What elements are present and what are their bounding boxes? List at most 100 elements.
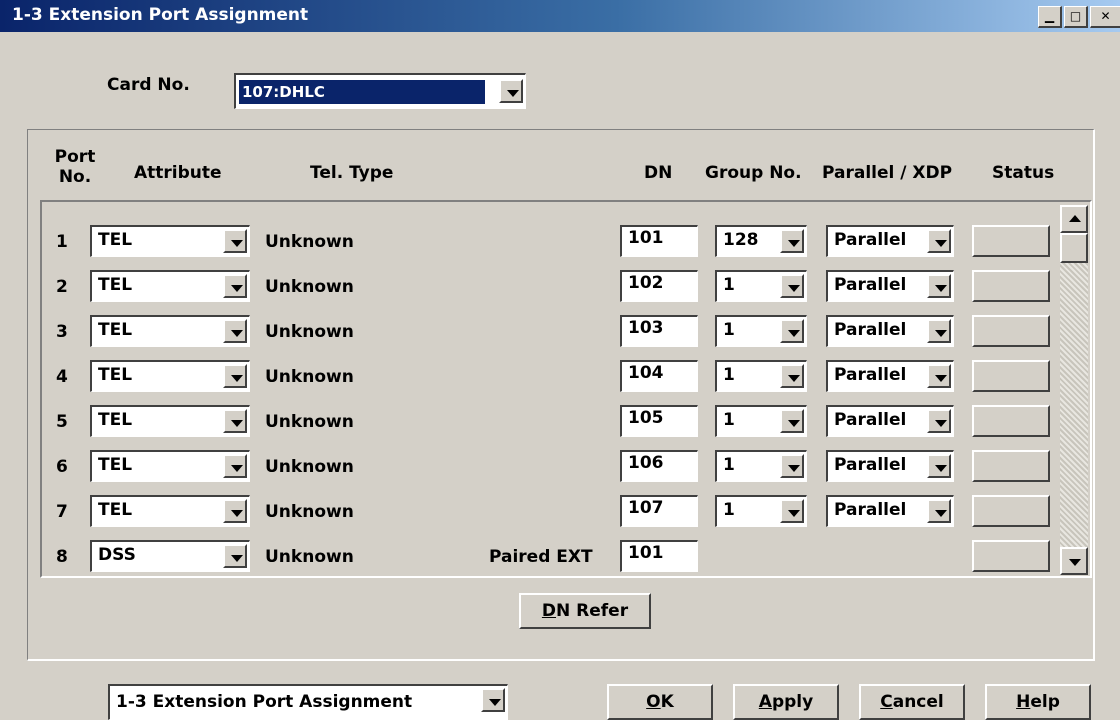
- parallel-xdp-select[interactable]: Parallel: [826, 360, 954, 392]
- cancel-button[interactable]: Cancel: [859, 684, 965, 720]
- group-no-select[interactable]: 1: [715, 495, 807, 527]
- chevron-down-icon[interactable]: [223, 499, 247, 523]
- status-button[interactable]: [972, 450, 1050, 482]
- chevron-down-icon[interactable]: [780, 409, 804, 433]
- chevron-down-icon[interactable]: [223, 409, 247, 433]
- status-button[interactable]: [972, 315, 1050, 347]
- group-no-select[interactable]: 1: [715, 315, 807, 347]
- chevron-down-icon[interactable]: [223, 454, 247, 478]
- dn-input[interactable]: 106: [620, 450, 698, 482]
- parallel-xdp-select[interactable]: Parallel: [826, 225, 954, 257]
- chevron-down-icon[interactable]: [481, 688, 505, 712]
- group-no-select[interactable]: 1: [715, 360, 807, 392]
- parallel-xdp-value: Parallel: [834, 275, 907, 295]
- dn-input[interactable]: 101: [620, 540, 698, 572]
- parallel-xdp-value: Parallel: [834, 455, 907, 475]
- parallel-xdp-value: Parallel: [834, 410, 907, 430]
- card-no-value: 107:DHLC: [239, 80, 485, 104]
- dn-input[interactable]: 104: [620, 360, 698, 392]
- title-bar: 1-3 Extension Port Assignment ▁ □ ✕: [0, 0, 1120, 32]
- status-header: Status: [992, 163, 1055, 183]
- scroll-down-button[interactable]: [1060, 547, 1088, 575]
- chevron-down-icon[interactable]: [927, 454, 951, 478]
- status-button[interactable]: [972, 270, 1050, 302]
- chevron-down-icon[interactable]: [780, 274, 804, 298]
- window-title: 1-3 Extension Port Assignment: [12, 5, 309, 25]
- group-no-select[interactable]: 128: [715, 225, 807, 257]
- chevron-down-icon[interactable]: [780, 454, 804, 478]
- attribute-select[interactable]: TEL: [90, 495, 250, 527]
- status-button[interactable]: [972, 405, 1050, 437]
- screen-select[interactable]: 1-3 Extension Port Assignment: [108, 684, 508, 720]
- parallel-xdp-value: Parallel: [834, 500, 907, 520]
- dn-input[interactable]: 105: [620, 405, 698, 437]
- attribute-select[interactable]: TEL: [90, 450, 250, 482]
- chevron-down-icon[interactable]: [223, 319, 247, 343]
- parallel-xdp-select[interactable]: Parallel: [826, 270, 954, 302]
- dn-value: 106: [628, 453, 664, 473]
- status-button[interactable]: [972, 495, 1050, 527]
- chevron-down-icon[interactable]: [499, 79, 523, 103]
- card-no-select[interactable]: 107:DHLC: [234, 73, 526, 109]
- chevron-down-icon[interactable]: [780, 499, 804, 523]
- attribute-value: TEL: [98, 455, 133, 475]
- dn-input[interactable]: 102: [620, 270, 698, 302]
- status-button[interactable]: [972, 360, 1050, 392]
- chevron-down-icon[interactable]: [223, 229, 247, 253]
- vertical-scrollbar[interactable]: [1060, 205, 1088, 575]
- port-number: 7: [56, 502, 68, 522]
- attribute-select[interactable]: TEL: [90, 405, 250, 437]
- arrow-down-icon: [1069, 559, 1081, 566]
- attribute-select[interactable]: TEL: [90, 270, 250, 302]
- status-button[interactable]: [972, 225, 1050, 257]
- maximize-icon[interactable]: □: [1064, 6, 1088, 28]
- attribute-select[interactable]: TEL: [90, 315, 250, 347]
- chevron-down-icon[interactable]: [927, 274, 951, 298]
- chevron-down-icon[interactable]: [927, 409, 951, 433]
- status-button[interactable]: [972, 540, 1050, 572]
- scroll-thumb[interactable]: [1060, 233, 1088, 263]
- chevron-down-icon[interactable]: [927, 229, 951, 253]
- dn-header: DN: [644, 163, 673, 183]
- chevron-down-icon[interactable]: [780, 229, 804, 253]
- ok-button[interactable]: OK: [607, 684, 713, 720]
- parallel-xdp-select[interactable]: Parallel: [826, 495, 954, 527]
- attribute-select[interactable]: TEL: [90, 360, 250, 392]
- chevron-down-icon[interactable]: [223, 274, 247, 298]
- group-no-value: 1: [723, 455, 735, 475]
- tel-type-value: Unknown: [265, 367, 354, 387]
- group-no-value: 1: [723, 365, 735, 385]
- parallel-xdp-select[interactable]: Parallel: [826, 450, 954, 482]
- chevron-down-icon[interactable]: [223, 364, 247, 388]
- tel-type-value: Unknown: [265, 457, 354, 477]
- chevron-down-icon[interactable]: [927, 364, 951, 388]
- dn-input[interactable]: 103: [620, 315, 698, 347]
- close-icon[interactable]: ✕: [1090, 6, 1120, 28]
- attribute-select[interactable]: TEL: [90, 225, 250, 257]
- help-button[interactable]: Help: [985, 684, 1091, 720]
- apply-button[interactable]: Apply: [733, 684, 839, 720]
- parallel-xdp-select[interactable]: Parallel: [826, 405, 954, 437]
- dn-refer-button[interactable]: DN Refer: [519, 593, 651, 629]
- chevron-down-icon[interactable]: [780, 319, 804, 343]
- group-no-select[interactable]: 1: [715, 405, 807, 437]
- attribute-value: TEL: [98, 275, 133, 295]
- group-no-select[interactable]: 1: [715, 450, 807, 482]
- group-no-value: 1: [723, 320, 735, 340]
- attribute-value: DSS: [98, 545, 136, 565]
- chevron-down-icon[interactable]: [927, 499, 951, 523]
- attribute-select[interactable]: DSS: [90, 540, 250, 572]
- chevron-down-icon[interactable]: [780, 364, 804, 388]
- group-no-header: Group No.: [705, 163, 802, 183]
- dn-input[interactable]: 101: [620, 225, 698, 257]
- minimize-icon[interactable]: ▁: [1038, 6, 1062, 28]
- port-no-header: Port No.: [54, 147, 96, 187]
- chevron-down-icon[interactable]: [223, 544, 247, 568]
- scroll-up-button[interactable]: [1060, 205, 1088, 233]
- parallel-xdp-value: Parallel: [834, 365, 907, 385]
- chevron-down-icon[interactable]: [927, 319, 951, 343]
- parallel-xdp-select[interactable]: Parallel: [826, 315, 954, 347]
- dn-value: 101: [628, 543, 664, 563]
- group-no-select[interactable]: 1: [715, 270, 807, 302]
- dn-input[interactable]: 107: [620, 495, 698, 527]
